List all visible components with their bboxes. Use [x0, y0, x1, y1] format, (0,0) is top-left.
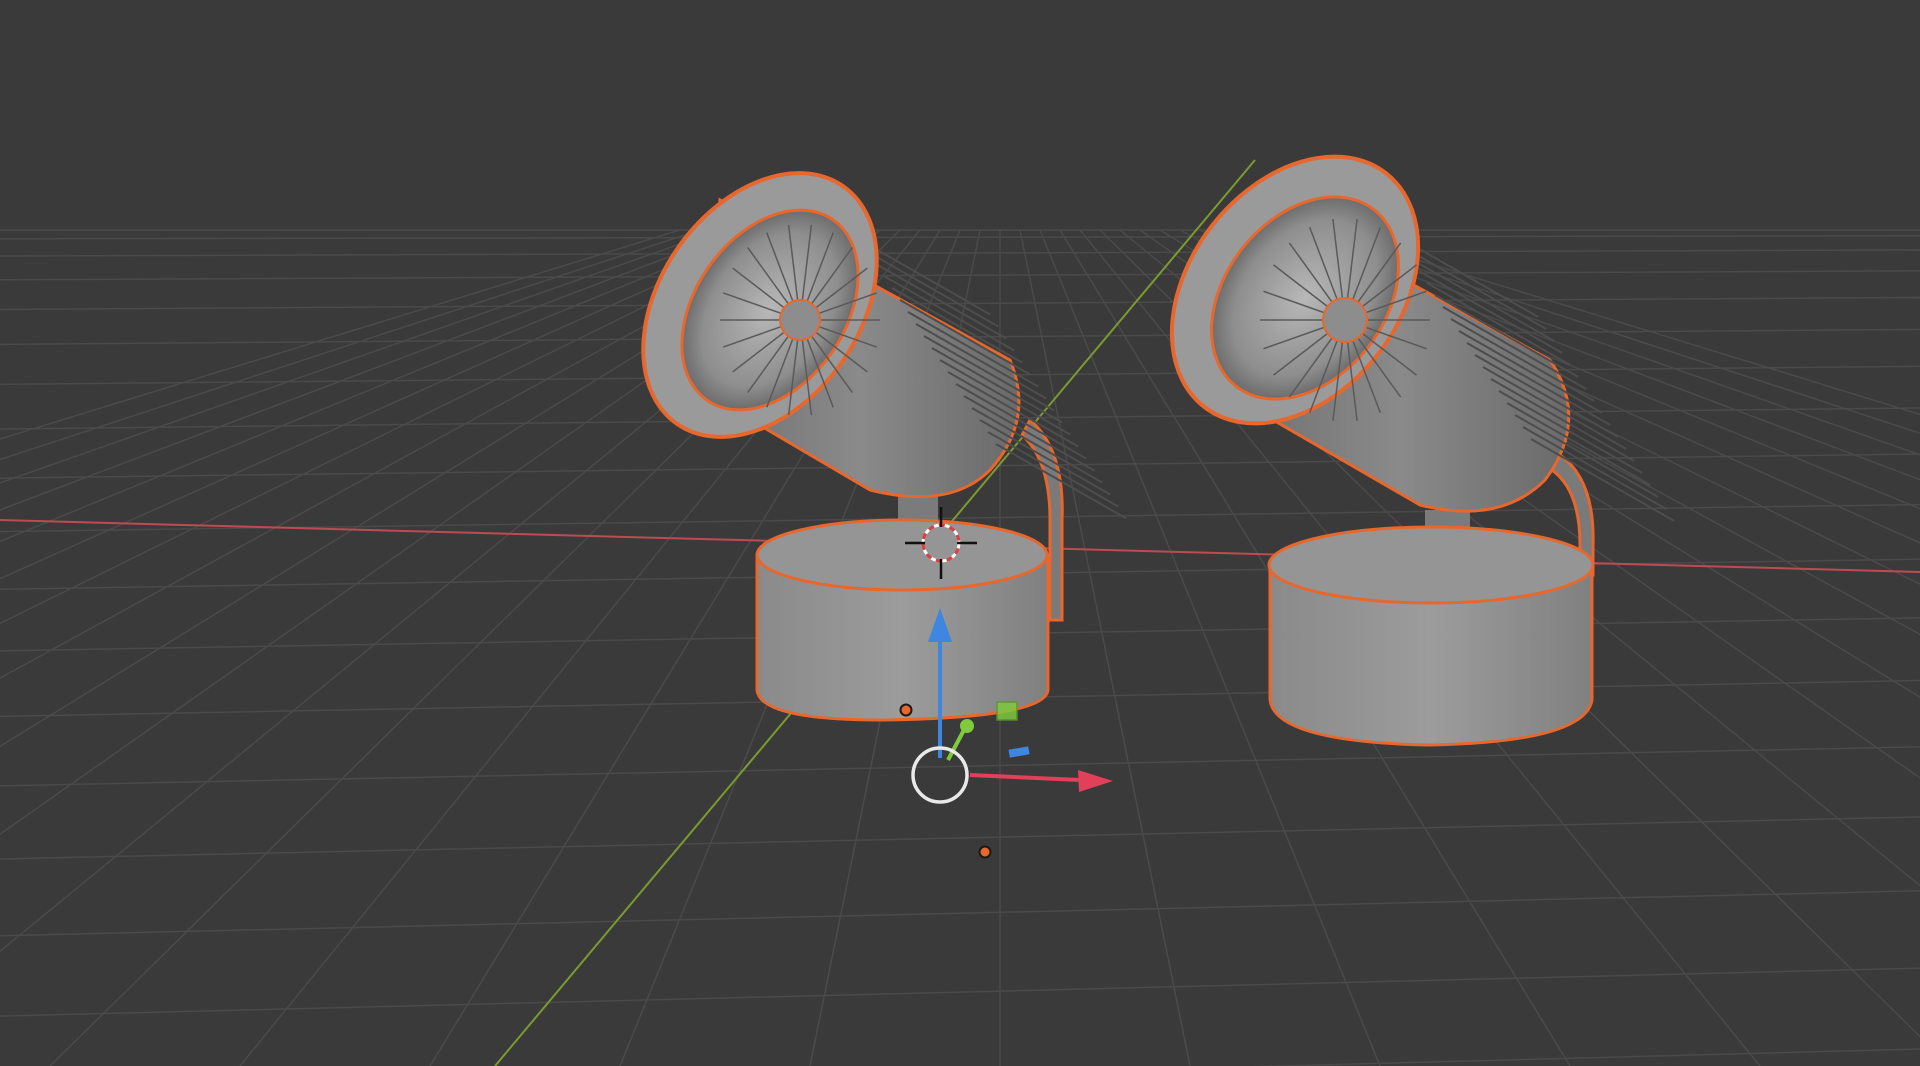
3d-viewport[interactable] — [0, 0, 1920, 1066]
origin-point-icon[interactable] — [899, 703, 913, 717]
spotlight-left-base — [755, 518, 1050, 722]
spotlight-right-base — [1267, 525, 1595, 747]
origin-point-icon[interactable] — [978, 845, 992, 859]
gizmo-xy-plane[interactable] — [996, 701, 1018, 721]
gizmo-y-handle[interactable] — [960, 719, 974, 733]
